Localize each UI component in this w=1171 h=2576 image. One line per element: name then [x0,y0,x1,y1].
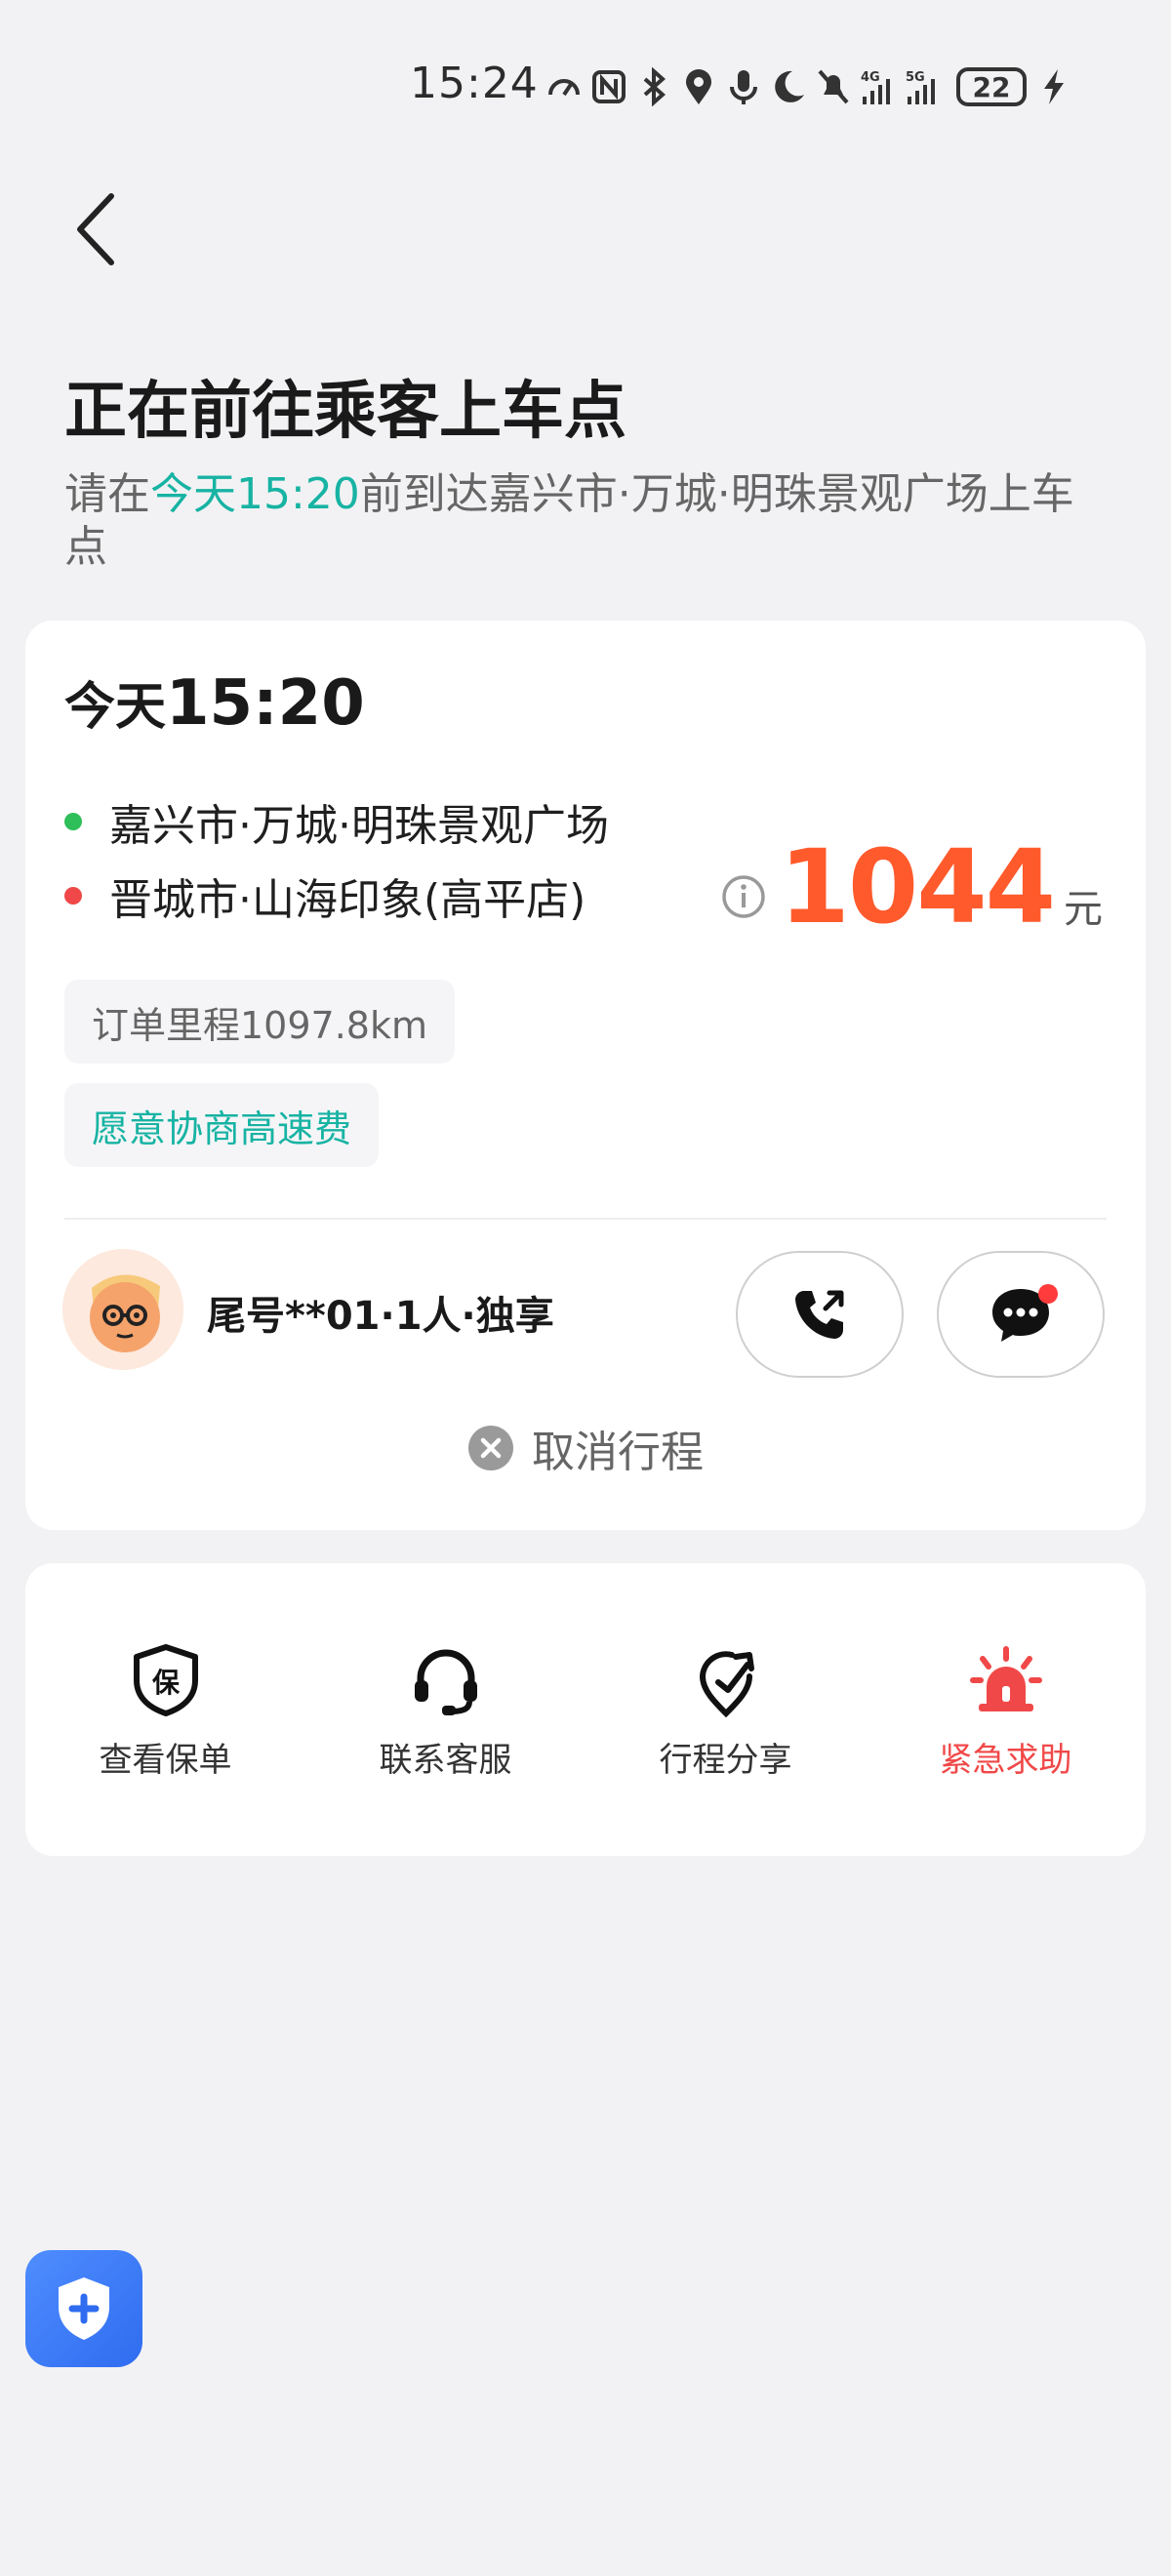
destination-row: 晋城市·山海印象(高平店) [64,859,609,933]
order-card: 今天15:20 嘉兴市·万城·明珠景观广场 晋城市·山海印象(高平店) 1044… [25,621,1146,1530]
bluetooth-icon [643,67,666,106]
action-label: 查看保单 [99,1741,232,1780]
share-location-icon [699,1651,754,1717]
charging-icon [1044,69,1064,104]
back-button[interactable] [66,185,125,273]
signal-4g-icon: 4G [861,70,890,104]
safety-center-button[interactable] [25,2250,142,2367]
price-unit: 元 [1064,887,1103,932]
nfc-icon [592,70,626,103]
close-circle-icon [468,1426,513,1470]
subtitle-time: 今天15:20 [150,469,360,519]
emergency-siren-icon [969,1646,1042,1711]
origin-dot [64,813,82,830]
action-label: 联系客服 [379,1741,512,1780]
cancel-trip-button[interactable]: 取消行程 [25,1419,1146,1477]
status-time: 15:24 [410,59,539,108]
mic-icon [730,70,757,104]
destination-address: 晋城市·山海印象(高平店) [109,875,586,925]
passenger-info: 尾号**01·1人·独享 [207,1294,554,1339]
insurance-icon: 保 [133,1644,198,1716]
emergency-help-button[interactable]: 紧急求助 [866,1563,1146,1856]
signal-5g-icon: 5G [906,70,935,104]
divider [64,1218,1107,1220]
price: 1044 元 [721,827,1103,946]
page-title: 正在前往乘客上车点 [64,376,626,448]
page-subtitle: 请在今天15:20前到达嘉兴市·万城·明珠景观广场上车点 [64,468,1109,574]
svg-text:保: 保 [151,1667,180,1699]
pickup-time: 今天15:20 [64,665,365,740]
action-label: 紧急求助 [939,1741,1072,1780]
share-trip-button[interactable]: 行程分享 [586,1563,866,1856]
subtitle-prefix: 请在 [64,469,150,519]
toll-tag: 愿意协商高速费 [64,1083,380,1167]
location-icon [686,69,711,104]
svg-text:5G: 5G [906,70,925,85]
origin-row: 嘉兴市·万城·明珠景观广场 [64,785,609,859]
phone-call-icon [795,1290,844,1339]
headset-icon [414,1649,477,1715]
cancel-label: 取消行程 [532,1428,704,1477]
message-button[interactable] [937,1251,1105,1378]
chevron-left-icon [77,193,114,265]
action-label: 行程分享 [659,1741,792,1780]
origin-address: 嘉兴市·万城·明珠景观广场 [109,801,609,851]
call-button[interactable] [736,1251,904,1378]
pickup-day: 今天 [64,678,167,737]
view-insurance-button[interactable]: 保 查看保单 [25,1563,305,1856]
svg-text:4G: 4G [861,70,880,85]
speed-icon [548,79,580,97]
battery-icon: 22 [956,67,1027,106]
mileage-tag: 订单里程1097.8km [64,980,455,1064]
destination-dot [64,887,82,905]
quick-actions: 保 查看保单 联系客服 行程分享 紧急求助 [25,1563,1146,1856]
unread-badge [1038,1284,1058,1304]
status-bar: 15:24 4G 5G 22 [0,49,1171,127]
pickup-clock: 15:20 [166,667,365,740]
avatar-image [62,1249,183,1370]
avatar [62,1249,183,1370]
mute-icon [818,69,849,104]
price-value: 1044 [779,827,1056,946]
status-icons: 4G 5G 22 [546,62,1071,111]
info-icon[interactable] [721,874,766,919]
shield-plus-icon [59,2277,109,2340]
customer-service-button[interactable]: 联系客服 [305,1563,586,1856]
moon-icon [775,70,804,102]
route: 嘉兴市·万城·明珠景观广场 晋城市·山海印象(高平店) [64,785,609,933]
